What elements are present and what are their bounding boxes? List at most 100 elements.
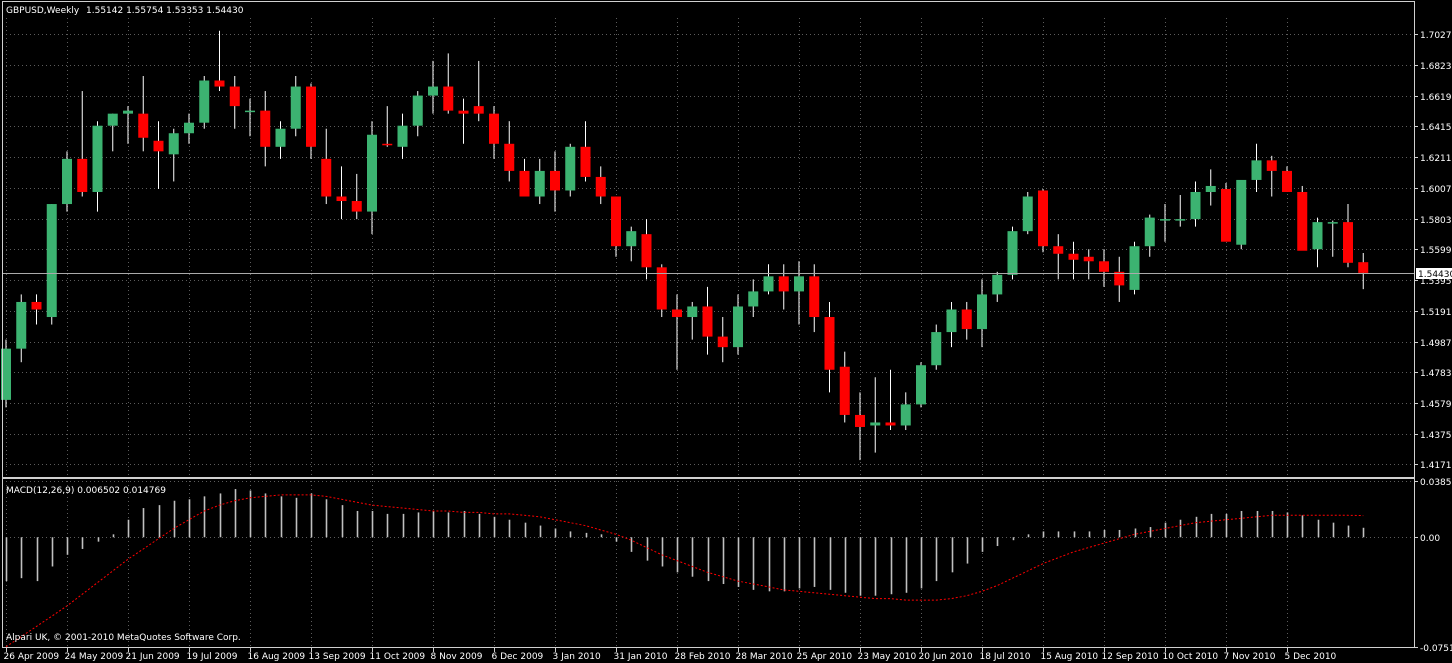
candle	[916, 362, 926, 408]
macd-axis-label: 0.03851	[1420, 478, 1452, 488]
candle-body	[824, 317, 835, 370]
broker-copyright-label: Alpari UK, © 2001-2010 MetaQuotes Softwa…	[6, 633, 241, 643]
candle-body	[382, 143, 393, 146]
candle-body	[687, 306, 698, 318]
candle-body	[1327, 222, 1338, 224]
current-price-tag: 1.54430	[1416, 268, 1452, 280]
time-axis-label: 11 Oct 2009	[370, 652, 426, 662]
candle	[123, 106, 133, 144]
price-axis-label: 1.43750	[1420, 431, 1452, 441]
candle-body	[748, 291, 759, 307]
candle-body	[1083, 256, 1094, 262]
candle	[245, 98, 255, 137]
candle	[778, 264, 789, 310]
current-price-tag-label: 1.54430	[1418, 270, 1452, 280]
price-axis-label: 1.58030	[1420, 216, 1452, 226]
candle	[992, 271, 1003, 302]
candle	[1129, 241, 1140, 295]
candle	[290, 75, 301, 137]
candle	[733, 294, 743, 355]
candle-body	[153, 140, 164, 152]
candle-body	[839, 366, 850, 415]
candle-body	[595, 176, 606, 197]
candle-body	[1221, 188, 1231, 242]
candle-body	[489, 113, 499, 144]
time-axis-label: 3 Jan 2010	[553, 652, 601, 662]
candle	[168, 128, 179, 182]
candle-body	[900, 404, 911, 426]
chart-canvas[interactable]: 1.70270 1.68230 1.66190 1.64150 1.62110 1.600…	[0, 0, 1452, 663]
candle-body	[1160, 219, 1170, 221]
candle-body	[336, 196, 347, 202]
candle-body	[168, 133, 179, 155]
candle-body	[763, 276, 774, 292]
candle	[397, 113, 408, 159]
price-axis-label: 1.45790	[1420, 400, 1452, 410]
candle-body	[1297, 191, 1308, 251]
candle-body	[123, 110, 133, 114]
candle	[946, 301, 957, 348]
price-axis-label: 1.51910	[1420, 308, 1452, 318]
candle	[870, 377, 881, 453]
candle-body	[626, 231, 637, 247]
candle	[1114, 256, 1125, 302]
time-axis-label: 26 Apr 2009	[4, 652, 60, 662]
candle	[153, 121, 164, 189]
candle	[1236, 179, 1247, 250]
candle-body	[397, 125, 408, 147]
candle-body	[1282, 170, 1292, 192]
candle	[1144, 214, 1155, 257]
candle	[1221, 182, 1231, 242]
price-axis-label: 1.62110	[1420, 154, 1452, 164]
price-axis-label: 1.66190	[1420, 93, 1452, 103]
candle-body	[428, 86, 438, 96]
candle-body	[672, 309, 682, 318]
chart-ohlc-label: 1.55142 1.55754 1.53353 1.54430	[86, 6, 244, 16]
candle	[1358, 252, 1369, 290]
candle	[489, 106, 499, 159]
macd-signal-line	[5, 494, 1364, 648]
time-axis-label: 23 May 2010	[858, 652, 917, 662]
candle	[977, 279, 987, 348]
macd-panel-label: MACD(12,26,9) 0.006502 0.014769	[6, 486, 166, 496]
candle	[1251, 143, 1262, 192]
candle-body	[443, 86, 454, 111]
candle	[412, 91, 423, 137]
candle-body	[473, 106, 484, 114]
candle-body	[550, 170, 560, 191]
candle-body	[199, 80, 210, 123]
candle	[1312, 217, 1323, 268]
candle	[885, 369, 896, 431]
candle-body	[1343, 222, 1353, 263]
candle	[1297, 185, 1308, 251]
candle	[443, 53, 454, 114]
candle-body	[1175, 219, 1186, 221]
time-axis-label: 7 Nov 2010	[1224, 652, 1276, 662]
candle-body	[534, 170, 545, 197]
candle	[595, 166, 606, 205]
candle-body	[16, 301, 27, 349]
candle	[1099, 249, 1109, 287]
candle	[839, 351, 850, 423]
candle	[1022, 191, 1033, 235]
candle-body	[1129, 246, 1140, 290]
candle	[1083, 249, 1094, 280]
candle	[275, 121, 286, 159]
candle	[260, 91, 271, 167]
candle-body	[1022, 196, 1033, 232]
candle-body	[62, 158, 72, 205]
candle-body	[1144, 217, 1155, 247]
price-axis: 1.70270 1.68230 1.66190 1.64150 1.62110 1.600…	[1414, 31, 1452, 471]
time-axis-label: 31 Jan 2010	[614, 652, 668, 662]
candle-body	[306, 86, 316, 147]
candle	[1160, 204, 1170, 242]
time-axis-label: 24 May 2009	[65, 652, 124, 662]
price-axis-label: 1.41710	[1420, 461, 1452, 471]
candle	[855, 392, 865, 461]
price-axis-label: 1.60070	[1420, 185, 1452, 195]
candle	[1266, 155, 1277, 197]
candle	[473, 60, 484, 122]
candle	[1205, 169, 1216, 206]
price-axis-label: 1.68230	[1420, 62, 1452, 72]
candle-body	[77, 158, 88, 192]
